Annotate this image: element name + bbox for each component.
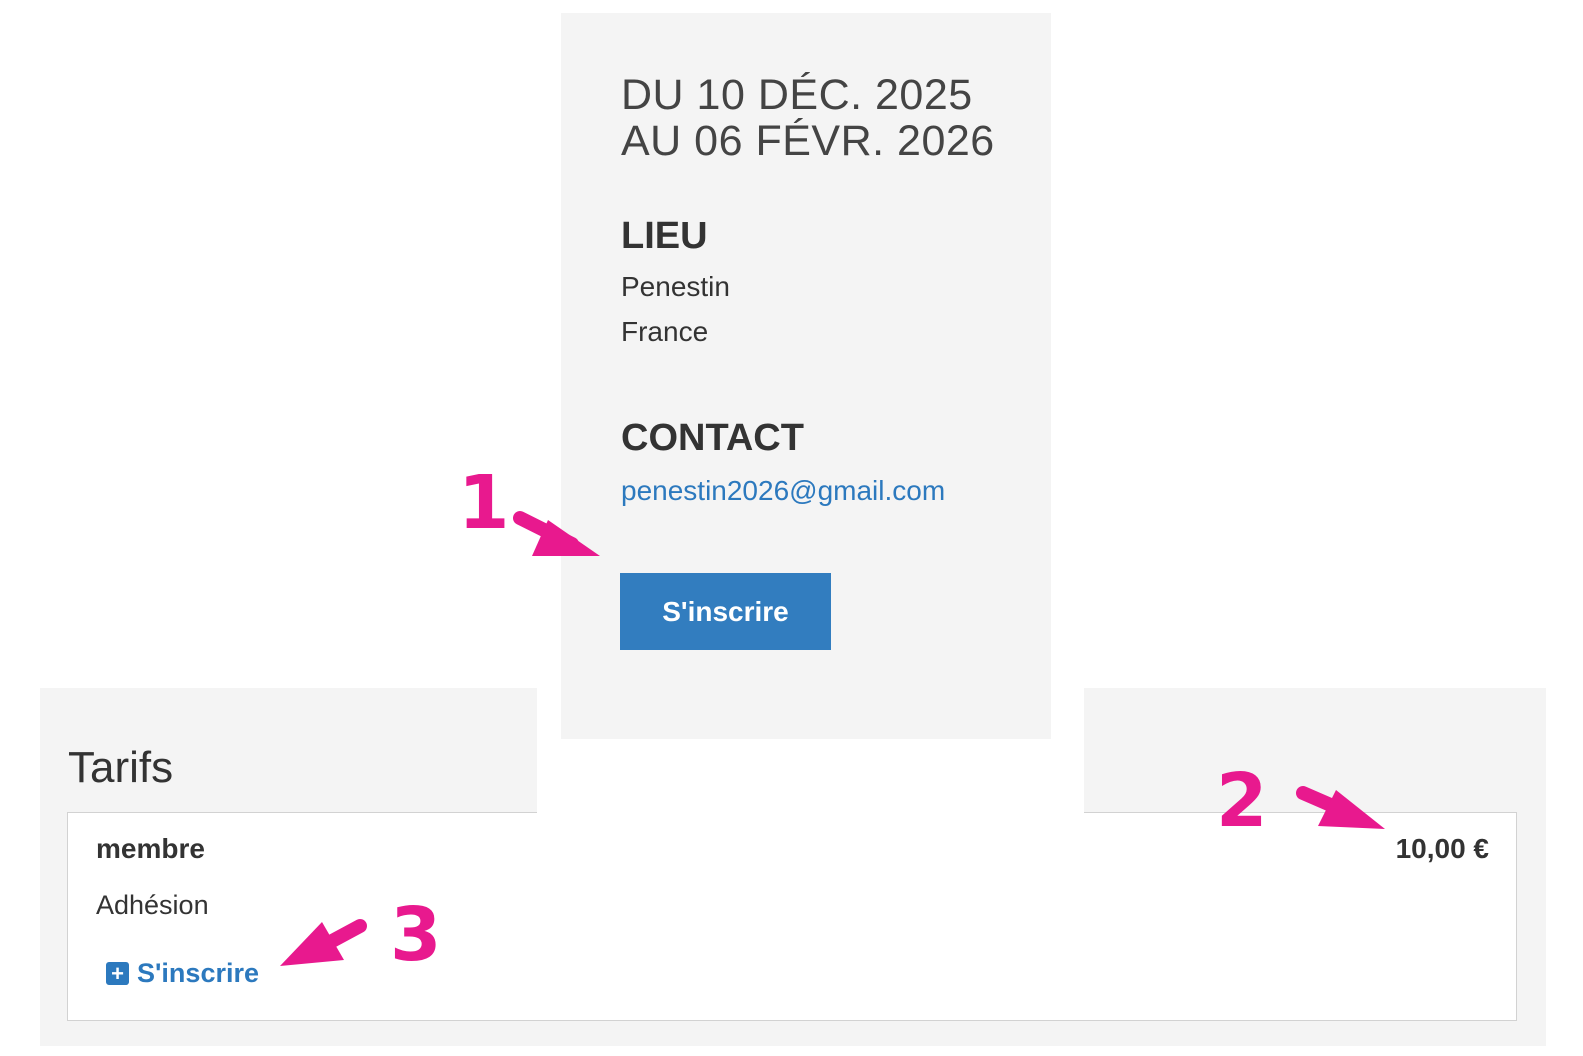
plus-square-icon: + xyxy=(106,961,129,985)
subscribe-button[interactable]: S'inscrire xyxy=(620,573,831,650)
location-country: France xyxy=(621,316,709,347)
tarif-subscribe-link[interactable]: + S'inscrire xyxy=(106,955,259,991)
tarif-price: 10,00 € xyxy=(1395,833,1489,864)
tarifs-title: Tarifs xyxy=(68,743,174,792)
event-date-start: DU 10 DÉC. 2025 xyxy=(621,71,973,119)
contact-email-link[interactable]: penestin2026@gmail.com xyxy=(621,472,945,510)
location-heading: LIEU xyxy=(621,215,708,257)
location-city: Penestin xyxy=(621,271,730,302)
annotation-marker-3: 3 xyxy=(390,892,442,978)
annotation-marker-2: 2 xyxy=(1216,758,1268,844)
tarif-subscribe-label: S'inscrire xyxy=(137,958,259,988)
tarif-name: membre xyxy=(96,833,205,864)
tarif-card xyxy=(67,812,1517,1021)
tarif-description: Adhésion xyxy=(96,890,209,920)
annotation-marker-1: 1 xyxy=(458,460,510,546)
page: Tarifs membre 10,00 € Adhésion + S'inscr… xyxy=(0,0,1583,1056)
event-date-end: AU 06 FÉVR. 2026 xyxy=(621,117,995,165)
contact-heading: CONTACT xyxy=(621,417,804,459)
